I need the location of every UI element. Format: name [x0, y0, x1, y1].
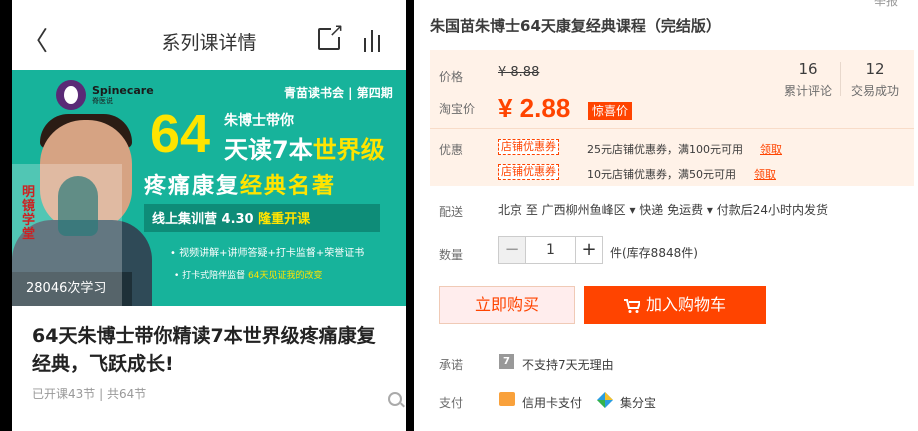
- phone-frame-left: [0, 0, 12, 431]
- price-divider: [430, 128, 914, 129]
- promo-label: 优惠: [439, 143, 464, 157]
- seal-stamp: 明 镜 学 堂: [22, 185, 36, 242]
- banner-tag: 青苗读书会 | 第四期: [284, 86, 393, 100]
- price-label: 价格: [439, 70, 464, 84]
- camp-text: 线上集训营 4.30 隆重开课: [152, 212, 311, 227]
- original-price: ¥ 8.88: [498, 65, 540, 80]
- share-icon[interactable]: [318, 20, 344, 50]
- credit-card-payment: 信用卡支付: [522, 396, 583, 410]
- buy-now-button[interactable]: 立即购买: [439, 286, 575, 324]
- cart-icon: [623, 298, 640, 313]
- stats-bars-icon[interactable]: [362, 30, 384, 52]
- credit-card-icon: [499, 392, 515, 406]
- skeleton-figure: [58, 176, 98, 236]
- coupon-tag: 店铺优惠券: [498, 139, 559, 155]
- phone-frame-right: [406, 0, 414, 431]
- quantity-input[interactable]: [526, 236, 576, 264]
- course-meta: 已开课43节 | 共64节: [32, 387, 147, 401]
- quantity-label: 数量: [439, 248, 464, 262]
- shipping-label: 配送: [439, 205, 464, 219]
- claim-coupon-link[interactable]: 领取: [754, 166, 776, 182]
- shipping-info[interactable]: 北京 至 广西柳州鱼峰区 ▾ 快递 免运费 ▾ 付款后24小时内发货: [498, 201, 828, 218]
- jifenbao-payment: 集分宝: [620, 396, 657, 410]
- review-count-label[interactable]: 累计评论: [780, 82, 836, 99]
- review-count[interactable]: 16: [780, 60, 836, 78]
- add-to-cart-button[interactable]: 加入购物车: [584, 286, 766, 324]
- logo-subtext: 脊医说: [92, 97, 113, 105]
- coupon-text: 10元店铺优惠券，满50元可用: [587, 168, 736, 181]
- price-badge: 惊喜价: [588, 102, 633, 120]
- coupon-text: 25元店铺优惠券，满100元可用: [587, 143, 743, 156]
- mobile-preview: 系列课详情 〈 Spinecare 脊医说 青苗读书会 | 第四期 64 朱博士…: [0, 0, 414, 431]
- payment-label: 支付: [439, 396, 464, 410]
- course-title: 64天朱博士带你精读7本世界级疼痛康复经典，飞跃成长!: [32, 325, 376, 375]
- sales-count-label: 交易成功: [850, 84, 899, 98]
- banner-line1: 朱博士带你: [224, 113, 294, 129]
- back-icon[interactable]: 〈: [22, 28, 48, 56]
- banner-line2: 天读7本世界级: [224, 136, 385, 164]
- promise-text: 不支持7天无理由: [522, 358, 614, 372]
- stock-info: 件(库存8848件): [610, 246, 698, 260]
- sales-count: 12: [865, 60, 885, 78]
- current-price: ¥ 2.88: [498, 93, 571, 123]
- banner-features: • 视频讲解+讲师答疑+打卡监督+荣誉证书: [170, 248, 365, 259]
- search-icon[interactable]: [388, 392, 402, 406]
- quantity-decrease-button[interactable]: −: [498, 236, 526, 264]
- banner-big-number: 64: [150, 104, 211, 164]
- taobao-price-label: 淘宝价: [439, 102, 476, 116]
- spinecare-logo-icon: [56, 80, 86, 110]
- add-to-cart-label: 加入购物车: [645, 295, 726, 314]
- report-link[interactable]: 举报: [874, 0, 898, 9]
- study-count: 28046次学习: [26, 281, 107, 296]
- quantity-increase-button[interactable]: +: [575, 236, 603, 264]
- promise-label: 承诺: [439, 358, 464, 372]
- claim-coupon-link[interactable]: 领取: [760, 141, 782, 157]
- page-title: 系列课详情: [161, 32, 257, 54]
- coupon-tag: 店铺优惠券: [498, 164, 559, 180]
- stats-divider: [840, 62, 841, 96]
- product-title: 朱国苗朱博士64天康复经典课程（完结版）: [430, 17, 721, 35]
- banner-features-2: • 打卡式陪伴监督 64天见证我的改变: [174, 271, 323, 281]
- banner-line3: 疼痛康复经典名著: [144, 174, 337, 199]
- no-7day-return-icon: 7: [499, 354, 514, 369]
- jifenbao-icon: [597, 392, 613, 408]
